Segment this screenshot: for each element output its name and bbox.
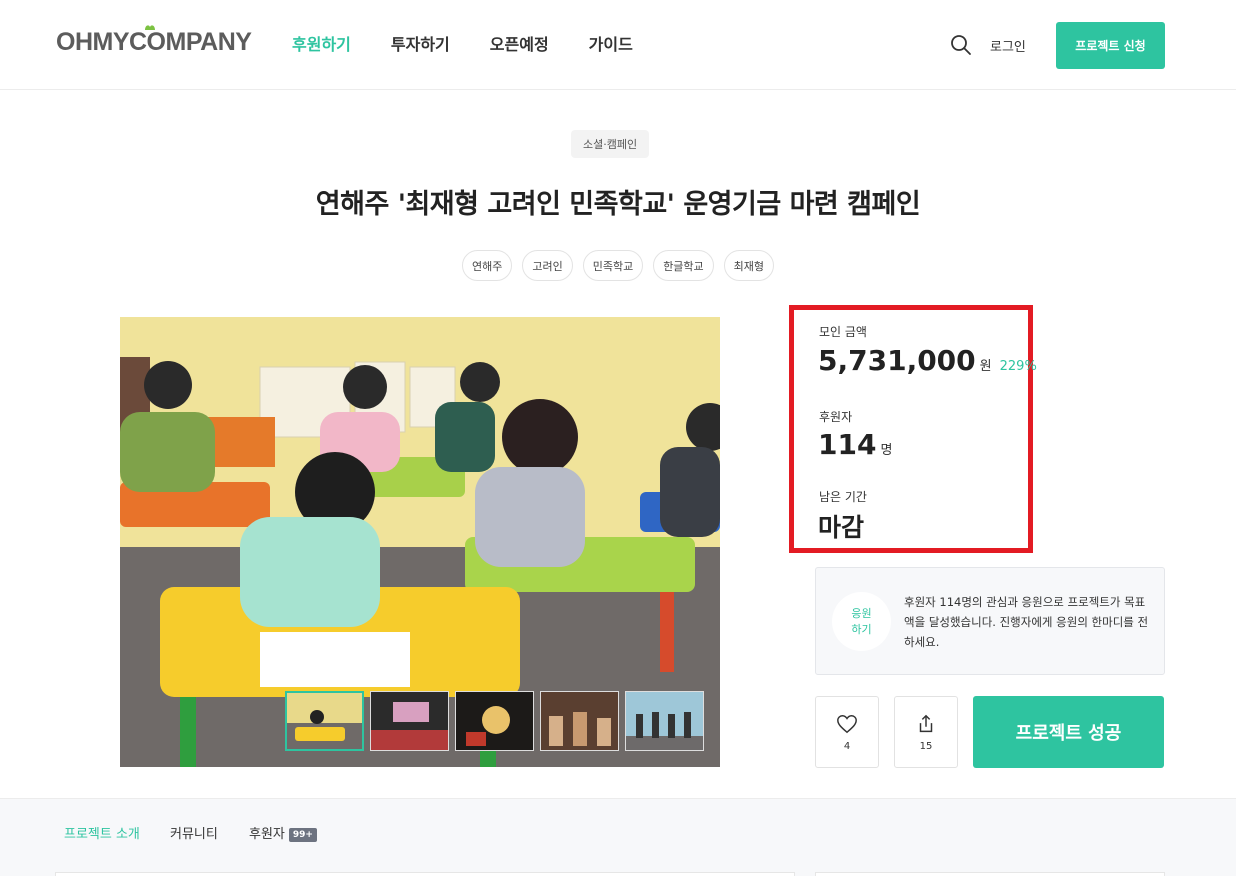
thumbnail-5[interactable] [625,691,704,751]
content-card-top-edge [55,872,795,876]
site-header: OHMYCOMPANY 후원하기 투자하기 오픈예정 가이드 로그인 프로젝트 … [0,0,1236,90]
nav-item-sponsor[interactable]: 후원하기 [292,31,351,55]
backers-value: 114 [818,428,877,461]
nav-item-invest[interactable]: 투자하기 [391,31,450,55]
achievement-percent: 229% [999,359,1037,374]
tag-item[interactable]: 고려인 [522,250,573,281]
tag-item[interactable]: 연해주 [461,250,513,281]
cheer-button-line2: 하기 [851,622,872,636]
thumbnail-4[interactable] [540,691,619,751]
amount-value-row: 5,731,000 원 229% [818,344,1037,377]
photo-thumbnails [285,691,704,751]
project-title: 연해주 '최재형 고려인 민족학교' 운영기금 마련 캠페인 [315,189,921,220]
ohmycompany-logo[interactable]: OHMYCOMPANY [56,28,252,57]
backers-count-badge: 99+ [288,828,317,842]
remaining-value: 마감 [818,513,865,542]
funding-stats-highlight: 모인 금액 5,731,000 원 229% 후원자 114 명 남은 기간 마감 [789,305,1037,553]
tab-backers-label: 후원자 [249,827,285,842]
project-success-button[interactable]: 프로젝트 성공 [973,696,1164,768]
cheer-panel: 응원 하기 후원자 114명의 관심과 응원으로 프로젝트가 목표액을 달성했습… [815,567,1165,675]
project-tabbar: 프로젝트 소개 커뮤니티 후원자 99+ [0,798,1236,876]
tag-item[interactable]: 최재형 [723,250,775,281]
search-icon[interactable] [950,34,972,56]
amount-label: 모인 금액 [819,325,867,339]
thumbnail-3[interactable] [455,691,534,751]
tab-project-intro[interactable]: 프로젝트 소개 [64,823,140,842]
sidebar-card-top-edge [815,872,1165,876]
thumbnail-1[interactable] [285,691,364,751]
category-badge[interactable]: 소셜·캠페인 [571,130,650,158]
tag-item[interactable]: 한글학교 [653,250,714,281]
like-count: 4 [843,740,851,752]
backers-value-row: 114 명 [818,428,892,461]
backers-unit: 명 [880,443,893,458]
remaining-label: 남은 기간 [819,490,867,504]
cheer-button-line1: 응원 [851,606,872,620]
tab-community[interactable]: 커뮤니티 [170,823,218,842]
amount-value: 5,731,000 [818,344,976,377]
cheer-button[interactable]: 응원 하기 [832,592,891,651]
cheer-message: 후원자 114명의 관심과 응원으로 프로젝트가 목표액을 달성했습니다. 진행… [904,595,1149,649]
heart-icon [837,714,857,733]
tag-list: 연해주 고려인 민족학교 한글학교 최재형 [0,250,1236,281]
nav-item-guide[interactable]: 가이드 [589,31,633,55]
main-nav: 후원하기 투자하기 오픈예정 가이드 [292,31,673,55]
leaf-icon [145,25,155,30]
tag-item[interactable]: 민족학교 [582,250,644,281]
thumbnail-2[interactable] [370,691,449,751]
nav-item-upcoming[interactable]: 오픈예정 [490,31,549,55]
like-button[interactable]: 4 [815,696,879,768]
share-button[interactable]: 15 [894,696,958,768]
login-link[interactable]: 로그인 [990,36,1026,55]
backers-label: 후원자 [819,410,853,424]
tab-backers[interactable]: 후원자 99+ [249,823,317,842]
share-icon [919,714,933,732]
apply-project-button[interactable]: 프로젝트 신청 [1056,22,1165,69]
share-count: 15 [919,740,933,752]
amount-unit: 원 [979,359,992,374]
